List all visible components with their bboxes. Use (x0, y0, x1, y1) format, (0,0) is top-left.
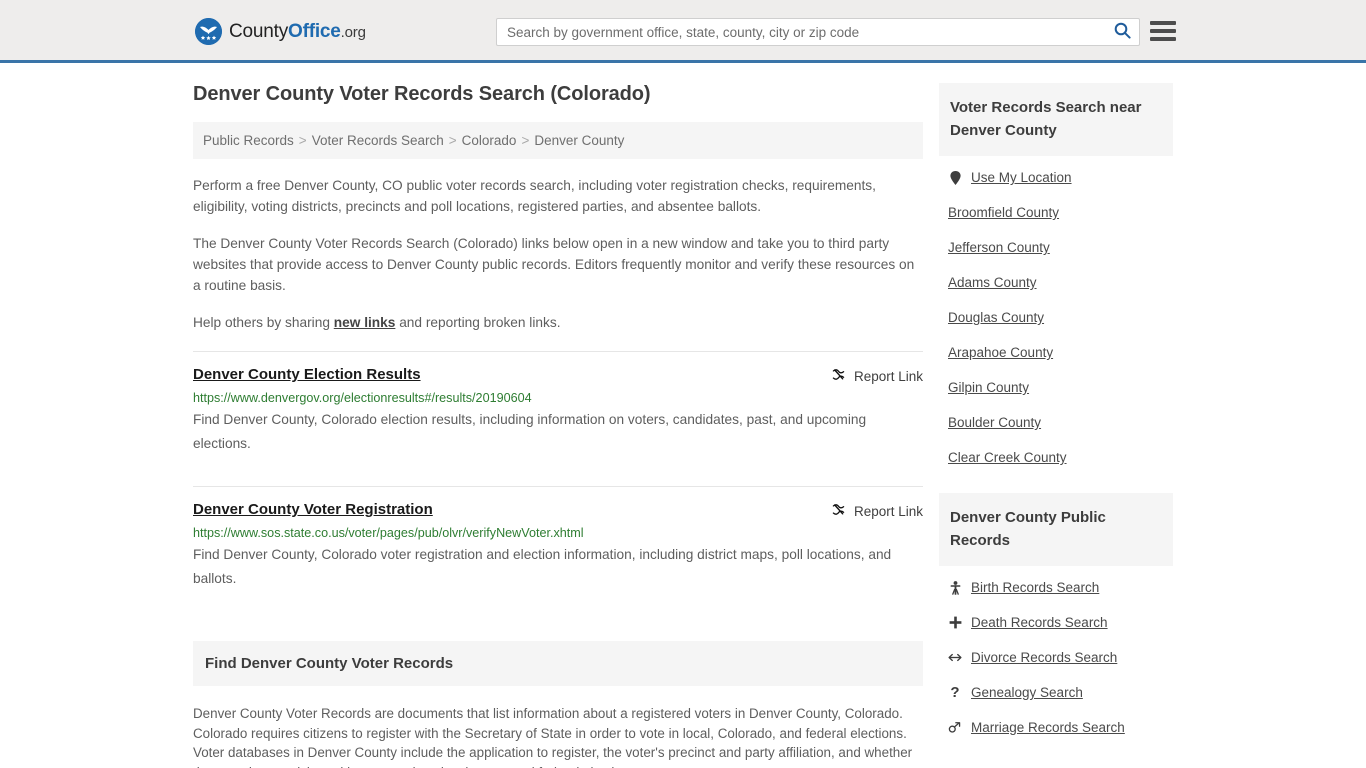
sidebar-item-marriage-records[interactable]: Marriage Records Search (939, 710, 1173, 745)
county-link[interactable]: Adams County (948, 275, 1037, 290)
menu-bar-1 (1150, 21, 1176, 25)
male-female-icon (948, 721, 962, 734)
county-link[interactable]: Jefferson County (948, 240, 1050, 255)
listing-title-link[interactable]: Denver County Election Results (193, 366, 421, 383)
logo-text-office: Office (288, 20, 341, 42)
question-mark-icon: ? (950, 684, 960, 701)
header-inner: CountyOffice.org (0, 0, 1366, 60)
section-body-paragraph: Denver County Voter Records are document… (193, 706, 913, 768)
sidebar-public-records-heading: Denver County Public Records (950, 509, 1106, 549)
breadcrumb-separator-1: > (298, 133, 307, 148)
county-link[interactable]: Gilpin County (948, 380, 1029, 395)
sidebar-nearby-header: Voter Records Search near Denver County (939, 83, 1173, 156)
page-title: Denver County Voter Records Search (Colo… (193, 83, 651, 105)
breadcrumb-separator-2: > (448, 133, 457, 148)
search-input[interactable] (497, 19, 1105, 45)
map-pin-icon (948, 170, 962, 185)
search-button[interactable] (1105, 19, 1139, 45)
sidebar-item-death-records[interactable]: Death Records Search (939, 605, 1173, 640)
use-my-location-link[interactable]: Use My Location (971, 170, 1072, 185)
divorce-records-link[interactable]: Divorce Records Search (971, 650, 1117, 665)
county-link[interactable]: Clear Creek County (948, 450, 1067, 465)
intro-p3-after: and reporting broken links. (395, 315, 561, 330)
logo-text-org: .org (340, 23, 366, 41)
listing-title-link[interactable]: Denver County Voter Registration (193, 501, 433, 518)
marriage-records-link[interactable]: Marriage Records Search (971, 720, 1125, 735)
broken-link-icon (831, 367, 846, 385)
sidebar-item-county[interactable]: Douglas County (939, 300, 1173, 335)
listing-description: Find Denver County, Colorado election re… (193, 412, 867, 451)
sidebar-item-county[interactable]: Arapahoe County (939, 335, 1173, 370)
county-link[interactable]: Boulder County (948, 415, 1041, 430)
county-link[interactable]: Broomfield County (948, 205, 1059, 220)
listing-header: Denver County Voter Registration Report … (193, 501, 923, 520)
sidebar-item-county[interactable]: Broomfield County (939, 195, 1173, 230)
county-link[interactable]: Douglas County (948, 310, 1044, 325)
breadcrumb-item-public-records[interactable]: Public Records (203, 133, 294, 148)
baby-icon (948, 580, 962, 595)
page-body: Denver County Voter Records Search (Colo… (0, 63, 1366, 768)
report-link-label: Report Link (853, 503, 923, 519)
intro-p3-before: Help others by sharing (193, 315, 334, 330)
sidebar-item-genealogy[interactable]: ? Genealogy Search (939, 675, 1173, 710)
report-link-button[interactable]: Report Link (831, 501, 923, 520)
search-icon (1114, 22, 1131, 42)
intro-paragraph-3: Help others by sharing new links and rep… (193, 312, 923, 333)
intro-text: Perform a free Denver County, CO public … (193, 175, 923, 333)
listing-url: https://www.sos.state.co.us/voter/pages/… (193, 526, 584, 540)
breadcrumb-item-voter-records-search[interactable]: Voter Records Search (312, 133, 444, 148)
listing-header: Denver County Election Results Report Li… (193, 366, 923, 385)
breadcrumb-item-denver-county[interactable]: Denver County (534, 133, 624, 148)
report-link-button[interactable]: Report Link (831, 366, 923, 385)
sidebar: Voter Records Search near Denver County … (939, 83, 1173, 768)
result-listing: Denver County Voter Registration Report … (193, 486, 923, 603)
intro-paragraph-1: Perform a free Denver County, CO public … (193, 178, 876, 214)
left-right-arrow-icon (948, 652, 962, 663)
sidebar-nearby-list: Use My Location Broomfield County Jeffer… (939, 156, 1173, 475)
broken-link-icon (831, 502, 846, 520)
cross-icon (948, 616, 962, 629)
result-listing: Denver County Election Results Report Li… (193, 351, 923, 468)
menu-bar-3 (1150, 37, 1176, 41)
site-logo[interactable]: CountyOffice.org (195, 18, 366, 45)
site-header: CountyOffice.org (0, 0, 1366, 63)
sidebar-item-county[interactable]: Jefferson County (939, 230, 1173, 265)
sidebar-public-records-list: Birth Records Search Death Records Searc… (939, 566, 1173, 745)
search-bar[interactable] (496, 18, 1140, 46)
sidebar-item-divorce-records[interactable]: Divorce Records Search (939, 640, 1173, 675)
sidebar-item-birth-records[interactable]: Birth Records Search (939, 566, 1173, 605)
death-records-link[interactable]: Death Records Search (971, 615, 1108, 630)
content-row: Denver County Voter Records Search (Colo… (193, 83, 1173, 768)
new-links-link[interactable]: new links (334, 315, 396, 330)
menu-bar-2 (1150, 29, 1176, 33)
intro-paragraph-2: The Denver County Voter Records Search (… (193, 236, 915, 293)
sidebar-item-county[interactable]: Adams County (939, 265, 1173, 300)
breadcrumb: Public Records > Voter Records Search > Colo… (193, 122, 923, 159)
genealogy-search-link[interactable]: Genealogy Search (971, 685, 1083, 700)
section-heading: Find Denver County Voter Records (205, 655, 454, 672)
sidebar-item-county[interactable]: Boulder County (939, 405, 1173, 440)
site-logo-text: CountyOffice.org (229, 21, 366, 43)
listing-description: Find Denver County, Colorado voter regis… (193, 547, 892, 586)
find-records-section-body: Denver County Voter Records are document… (193, 704, 923, 768)
breadcrumb-item-colorado[interactable]: Colorado (462, 133, 517, 148)
sidebar-item-use-my-location[interactable]: Use My Location (939, 156, 1173, 195)
listing-url: https://www.denvergov.org/electionresult… (193, 391, 532, 405)
hamburger-menu-icon[interactable] (1150, 20, 1176, 42)
eagle-shield-logo-icon (195, 18, 222, 45)
sidebar-item-county[interactable]: Clear Creek County (939, 440, 1173, 475)
birth-records-link[interactable]: Birth Records Search (971, 580, 1099, 595)
breadcrumb-separator-3: > (521, 133, 530, 148)
find-records-section-header: Find Denver County Voter Records (193, 641, 923, 686)
report-link-label: Report Link (853, 368, 923, 384)
main-column: Denver County Voter Records Search (Colo… (193, 83, 923, 768)
county-link[interactable]: Arapahoe County (948, 345, 1053, 360)
sidebar-item-county[interactable]: Gilpin County (939, 370, 1173, 405)
sidebar-public-records-header: Denver County Public Records (939, 493, 1173, 566)
sidebar-nearby-heading: Voter Records Search near Denver County (950, 99, 1142, 139)
logo-text-county: County (229, 20, 289, 42)
